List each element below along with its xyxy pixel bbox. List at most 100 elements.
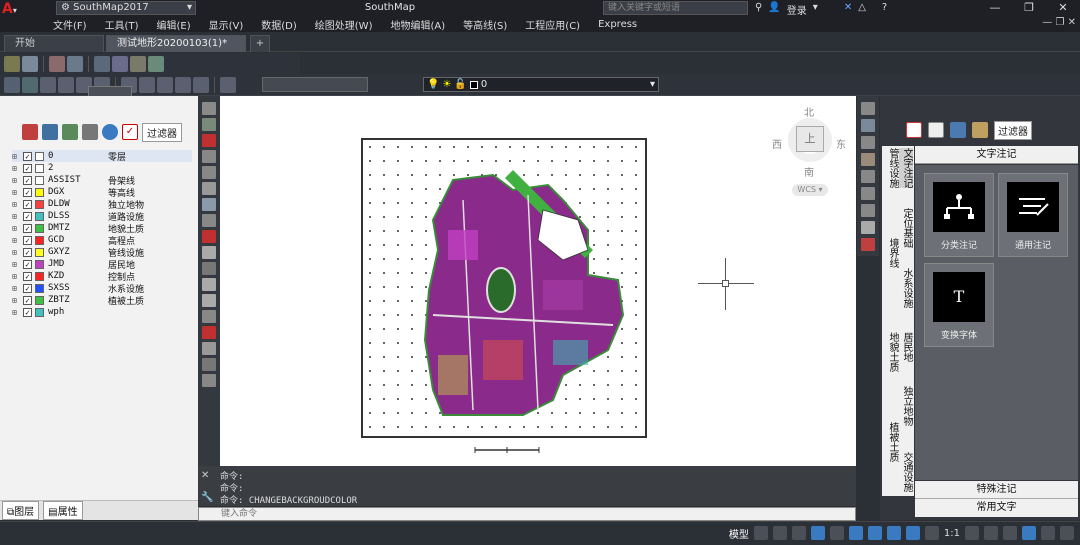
visibility-checkbox[interactable]: ✓ [23,259,32,269]
expand-icon[interactable]: ⊞ [12,260,20,269]
diamond-icon[interactable] [193,76,209,93]
isolate-icon[interactable] [1003,526,1017,540]
layer-color-swatch[interactable] [35,175,44,185]
dialog-icon[interactable] [950,122,966,138]
close-icon[interactable]: ✕ [1046,0,1080,17]
lineweight-icon[interactable] [886,526,901,540]
layer-row[interactable]: ⊞ ✓ KZD 控制点 [12,270,192,283]
tool-icon[interactable] [861,136,875,149]
layer-row[interactable]: ⊞ ✓ DGX 等高线 [12,186,192,199]
tool-icon[interactable] [202,182,216,195]
user-area[interactable]: ⚲ 👤 登录 ▾ ✕ △ ? [755,2,887,17]
expand-icon[interactable]: ⊞ [12,188,20,197]
layer-row[interactable]: ⊞ ✓ 2 [12,162,192,174]
layer-color-swatch[interactable] [35,307,44,317]
expand-icon[interactable]: ⊞ [12,236,20,245]
palette-tab[interactable]: 植被土质 [885,422,899,462]
visibility-checkbox[interactable]: ✓ [23,283,32,293]
snap-icon[interactable] [772,526,787,540]
help-search-input[interactable]: 键入关键字或短语 [603,1,748,15]
location-pin-icon[interactable] [906,122,922,138]
save-icon[interactable] [49,55,65,72]
isometric-icon[interactable] [829,526,844,540]
tool-icon[interactable] [861,238,875,251]
help-icon[interactable]: ? [882,2,887,17]
menu-view[interactable]: 显示(V) [200,17,253,32]
layer-row[interactable]: ⊞ ✓ ASSIST 骨架线 [12,174,192,187]
expand-icon[interactable]: ⊞ [12,176,20,185]
plus-icon[interactable] [984,526,998,540]
layer-row[interactable]: ⊞ ✓ GXYZ 管线设施 [12,246,192,259]
layer-filter-button[interactable]: 过滤器 [142,122,182,142]
layer-color-swatch[interactable] [35,199,44,209]
check-icon[interactable]: ✓ [122,124,138,140]
layer-color-swatch[interactable] [35,295,44,305]
layer-row[interactable]: ⊞ ✓ ZBTZ 植被土质 [12,294,192,307]
close-icon[interactable]: ✕ [201,470,209,481]
expand-icon[interactable]: ⊞ [12,296,20,305]
expand-icon[interactable]: ⊞ [12,248,20,257]
layer-dropdown[interactable]: 💡 ☀ 🔓 0 ▾ [423,77,659,92]
visibility-checkbox[interactable]: ✓ [23,295,32,305]
brush-icon[interactable] [972,122,988,138]
annotation-scale-icon[interactable] [924,526,939,540]
customize-icon[interactable] [1060,526,1074,540]
layer-color-swatch[interactable] [35,187,44,197]
menu-feature-edit[interactable]: 地物编辑(A) [381,17,454,32]
menu-file[interactable]: 文件(F) [44,17,96,32]
minimize-icon[interactable]: — [978,0,1012,17]
menu-express[interactable]: Express [589,19,646,30]
ortho-icon[interactable] [791,526,806,540]
layer-row[interactable]: ⊞ ✓ DLDW 独立地物 [12,198,192,211]
tool-icon[interactable] [861,102,875,115]
ucs-menu[interactable]: WCS ▾ [792,184,828,196]
text-style-icon[interactable] [94,55,110,72]
lock-icon[interactable]: 🔓 [454,78,466,91]
layer-tool-icon[interactable] [130,55,146,72]
layer-row[interactable]: ⊞ ✓ JMD 居民地 [12,258,192,271]
grid-icon[interactable] [753,526,768,540]
tool-icon[interactable] [202,262,216,275]
palette-tab-special-annotation[interactable]: 特殊注记 [915,481,1078,499]
login-link[interactable]: 登录 [787,2,807,17]
visibility-checkbox[interactable]: ✓ [23,307,32,317]
expand-icon[interactable]: ⊞ [12,272,20,281]
visibility-checkbox[interactable]: ✓ [23,271,32,281]
tool-icon[interactable] [861,153,875,166]
copy-icon[interactable] [40,76,56,93]
wrench-icon[interactable]: 🔧 [201,492,213,503]
binoculars-icon[interactable]: ⚲ [755,2,762,17]
palette-filter-button[interactable]: 过滤器 [994,120,1032,140]
menu-edit[interactable]: 编辑(E) [147,17,199,32]
menu-data[interactable]: 数据(D) [252,17,306,32]
expand-icon[interactable]: ⊞ [12,200,20,209]
compass-south[interactable]: 南 [804,164,814,179]
heavy-icon[interactable] [202,134,216,147]
tool-icon[interactable] [202,358,216,371]
polar-icon[interactable] [810,526,825,540]
expand-icon[interactable]: ⊞ [12,224,20,233]
tool-icon[interactable] [202,166,216,179]
palette-tab[interactable]: 交通设施 [899,452,913,492]
list-icon[interactable] [82,124,98,140]
tool-icon[interactable] [202,278,216,291]
new-tab-button[interactable]: + [250,35,270,52]
number-icon[interactable] [202,326,216,339]
tool-icon[interactable] [202,150,216,163]
tool-icon[interactable] [202,118,216,131]
layer-color-swatch[interactable] [35,271,44,281]
open-file-icon[interactable] [22,55,38,72]
visibility-checkbox[interactable]: ✓ [23,211,32,221]
layer-row[interactable]: ⊞ ✓ wph [12,306,192,318]
exchange-icon[interactable]: ✕ [844,2,852,17]
tool-icon[interactable] [861,221,875,234]
tab-properties[interactable]: ▤属性 [43,501,83,520]
palette-tab[interactable]: 管线设施 [885,148,899,188]
expand-icon[interactable]: ⊞ [12,284,20,293]
visibility-checkbox[interactable]: ✓ [23,175,32,185]
viewcube[interactable]: 北 西 东 南 上 WCS ▾ [770,100,850,200]
visibility-checkbox[interactable]: ✓ [23,187,32,197]
undo-icon[interactable] [4,76,20,93]
palette-tab[interactable]: 境界线 [885,238,899,268]
tool-icon[interactable] [202,294,216,307]
